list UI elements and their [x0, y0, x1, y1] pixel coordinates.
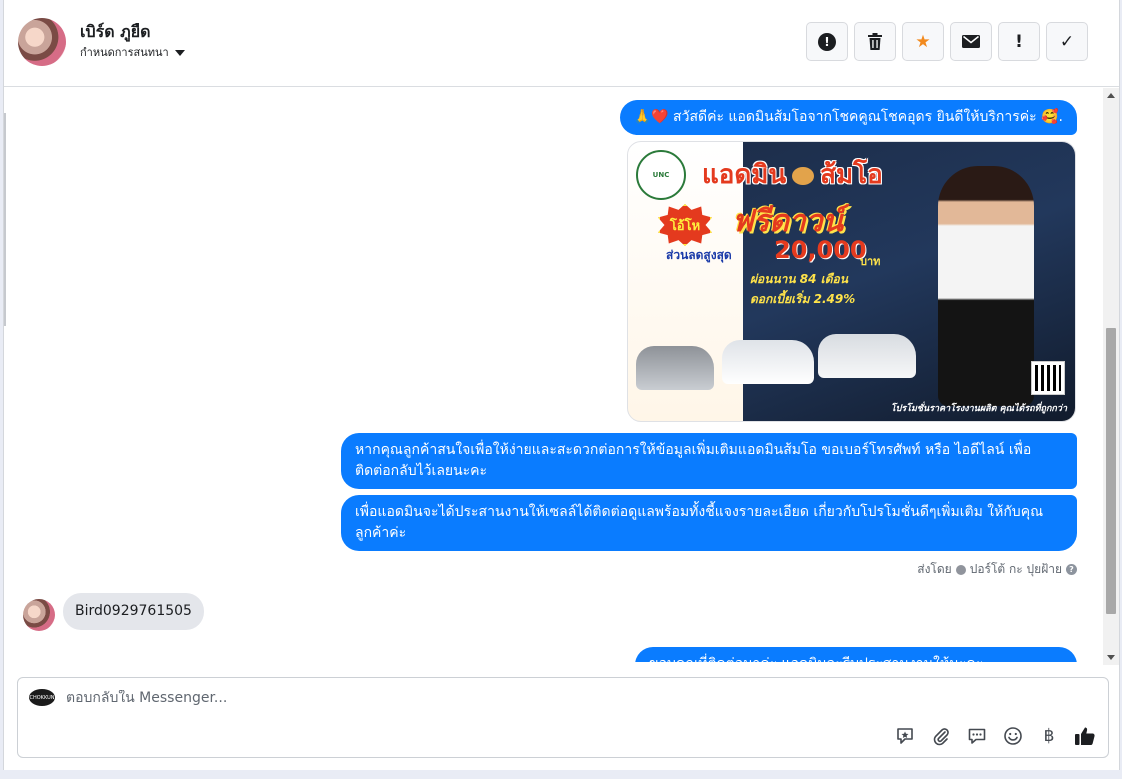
thread-scrollbar[interactable] — [1103, 88, 1119, 665]
saved-reply-button[interactable] — [894, 725, 916, 747]
spam-button[interactable]: ! — [806, 22, 848, 61]
dealer-logo-text: UNC — [652, 171, 670, 179]
trash-icon — [868, 33, 882, 50]
message-outgoing: เพื่อแอดมินจะได้ประสานงานให้เซลล์ได้ติดต… — [341, 495, 1077, 551]
sent-by-info: ส่งโดย ปอร์โต้ กะ ปุยฝ้าย ? — [917, 560, 1077, 579]
caret-down-icon — [174, 49, 185, 56]
attach-button[interactable] — [930, 725, 952, 747]
sent-by-prefix: ส่งโดย — [917, 562, 952, 576]
promo-installment: ผ่อนนาน 84 เดือน — [750, 272, 848, 286]
promo-footer: โปรโมชั่นราคาโรงงานผลิต คุณได้รถที่ถูกกว… — [890, 404, 1067, 414]
car-sedan-image — [636, 346, 714, 390]
conversation-header: เบิร์ด ภูยืด กำหนดการสนทนา ! ★ ! ✓ — [4, 0, 1119, 87]
paperclip-icon — [933, 728, 949, 746]
exclamation-icon: ! — [1015, 31, 1023, 52]
thumbs-up-icon — [1075, 727, 1095, 745]
checkmark-icon: ✓ — [1059, 31, 1075, 52]
conversation-panel: เบิร์ด ภูยืด กำหนดการสนทนา ! ★ ! ✓ 🙏❤️ ส… — [3, 0, 1120, 770]
conversation-settings-dropdown[interactable]: กำหนดการสนทนา — [80, 43, 185, 61]
qr-code-icon — [1031, 361, 1065, 395]
contact-name[interactable]: เบิร์ด ภูยืด — [80, 20, 151, 45]
car-pickup-image — [722, 340, 814, 384]
promo-badge: โอ้โห — [658, 204, 712, 246]
chat-bubble-icon — [968, 728, 986, 744]
promo-image[interactable]: UNC แอดมิน ส้มโอ โอ้โห ฟรีดาวน์ ส่วนลดสูง… — [627, 141, 1076, 422]
conversation-settings-label: กำหนดการสนทนา — [80, 46, 169, 59]
message-outgoing: หากคุณลูกค้าสนใจเพื่อให้ง่ายและสะดวกต่อก… — [341, 433, 1077, 489]
promo-title: แอดมิน ส้มโอ — [702, 154, 883, 195]
help-icon[interactable]: ? — [1066, 564, 1077, 575]
promo-title-right: ส้มโอ — [820, 160, 883, 190]
promo-title-left: แอดมิน — [702, 160, 787, 190]
message-outgoing-partial: ขอบคุณที่ติดต่อมาค่ะ แอดมินจะรีบประสานงา… — [635, 647, 1077, 662]
reply-input[interactable] — [66, 690, 866, 706]
promo-unit: บาท — [860, 255, 881, 268]
contact-avatar[interactable] — [18, 18, 66, 66]
alert-circle-icon: ! — [818, 32, 836, 51]
mark-done-button[interactable]: ✓ — [1046, 22, 1088, 61]
quick-reply-button[interactable] — [966, 725, 988, 747]
scroll-down-arrow-icon[interactable] — [1107, 655, 1115, 660]
sender-avatar-icon — [955, 564, 966, 575]
snail-icon — [792, 166, 815, 185]
page-avatar-text: CHOKKUN — [29, 694, 55, 701]
like-button[interactable] — [1074, 725, 1096, 747]
composer-tools: ฿ — [894, 725, 1096, 747]
sent-by-name: ปอร์โต้ กะ ปุยฝ้าย — [969, 562, 1062, 576]
star-icon: ★ — [915, 31, 931, 52]
promo-amount: 20,000 — [774, 236, 867, 264]
smiley-icon — [1004, 727, 1022, 745]
promo-model-photo — [938, 166, 1034, 406]
delete-button[interactable] — [854, 22, 896, 61]
car-pickup-cage-image — [818, 334, 916, 378]
message-incoming: Bird0929761505 — [63, 593, 204, 630]
message-thread: 🙏❤️ สวัสดีค่ะ แอดมินส้มโอจากโชคคูณโชคอุด… — [4, 88, 1104, 662]
envelope-icon — [962, 35, 980, 48]
message-outgoing: 🙏❤️ สวัสดีค่ะ แอดมินส้มโอจากโชคคูณโชคอุด… — [619, 100, 1077, 135]
emoji-button[interactable] — [1002, 725, 1024, 747]
mark-unread-button[interactable] — [950, 22, 992, 61]
promo-discount-label: ส่วนลดสูงสุด — [666, 248, 732, 262]
conversation-toolbar: ! ★ ! ✓ — [806, 22, 1088, 61]
scroll-thumb[interactable] — [1106, 328, 1116, 614]
follow-up-button[interactable]: ! — [998, 22, 1040, 61]
page-avatar: CHOKKUN — [29, 689, 55, 706]
promo-interest: ดอกเบี้ยเริ่ม 2.49% — [750, 292, 856, 306]
saved-reply-icon — [897, 728, 913, 744]
star-button[interactable]: ★ — [902, 22, 944, 61]
scroll-up-arrow-icon[interactable] — [1107, 93, 1115, 98]
payment-button[interactable]: ฿ — [1038, 725, 1060, 747]
contact-avatar-small — [23, 599, 55, 631]
baht-icon: ฿ — [1043, 726, 1055, 746]
dealer-logo: UNC — [636, 150, 686, 200]
reply-composer: CHOKKUN ตอบกลับใน Messenger... ฿ — [17, 677, 1109, 758]
